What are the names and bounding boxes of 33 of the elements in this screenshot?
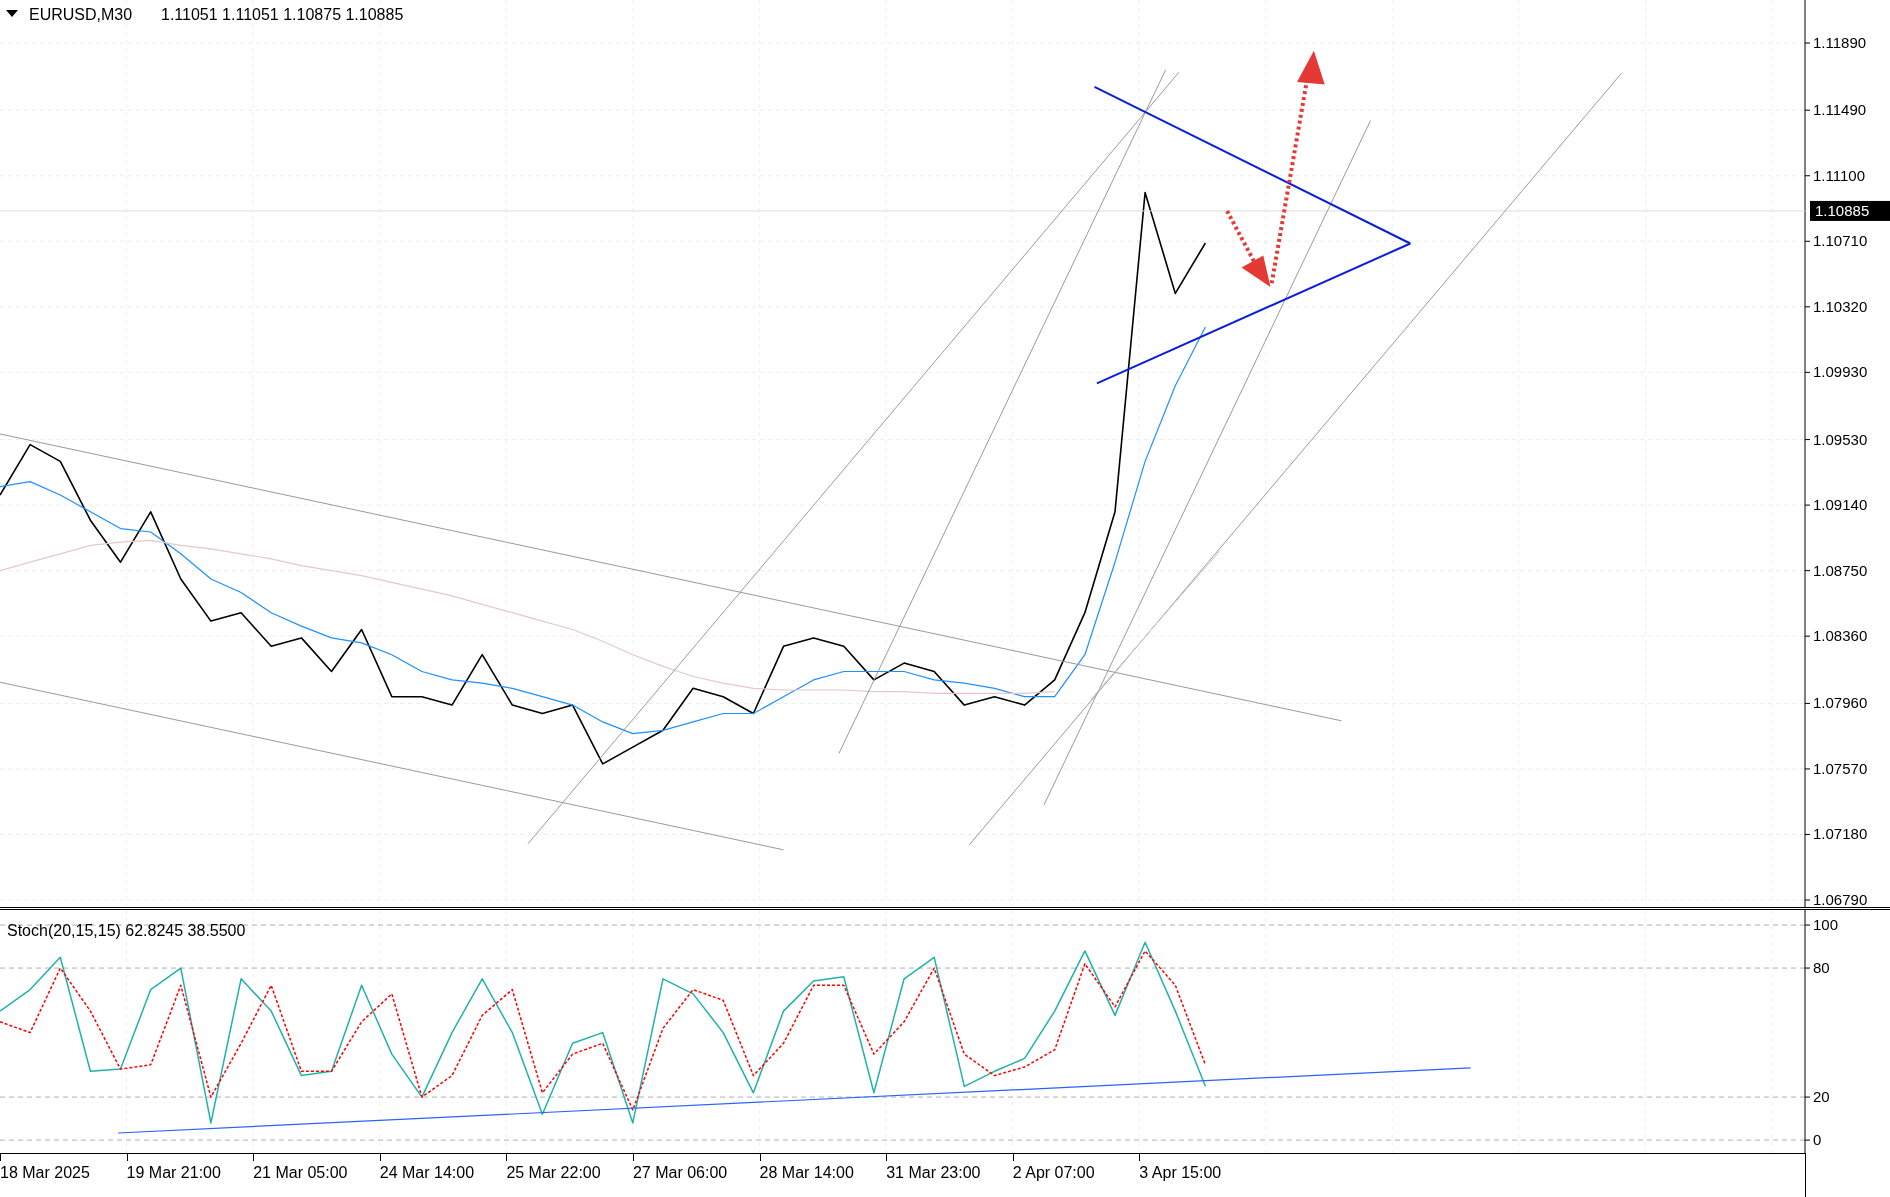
y-axis-label: 1.06790 xyxy=(1813,891,1868,907)
indicator-label: Stoch(20,15,15) 62.8245 38.5500 xyxy=(7,921,246,939)
y-axis-label: 1.08360 xyxy=(1813,627,1868,645)
time-axis-label: 18 Mar 2025 xyxy=(0,1162,90,1183)
y-axis-label: 100 xyxy=(1813,916,1839,933)
y-axis-label: 1.09930 xyxy=(1813,363,1868,381)
y-axis-label: 1.11890 xyxy=(1813,34,1867,51)
time-axis-label: 24 Mar 14:00 xyxy=(379,1162,475,1183)
y-axis-label: 1.07180 xyxy=(1813,825,1868,843)
time-axis-label: 3 Apr 15:00 xyxy=(1139,1162,1222,1183)
time-axis-label: 2 Apr 07:00 xyxy=(1012,1162,1095,1183)
time-axis-label: 31 Mar 23:00 xyxy=(886,1162,981,1183)
y-axis-label: 20 xyxy=(1813,1088,1830,1106)
y-axis-label: 1.09140 xyxy=(1813,496,1868,514)
ohlc-values: 1.11051 1.11051 1.10875 1.10885 xyxy=(161,6,404,23)
y-axis-label: 1.11100 xyxy=(1813,166,1865,184)
y-axis-label: 1.10710 xyxy=(1813,232,1868,250)
y-axis-label: 80 xyxy=(1813,959,1830,976)
time-axis-label: 25 Mar 22:00 xyxy=(506,1162,601,1183)
chart-symbol: EURUSD,M30 xyxy=(29,6,133,23)
time-axis-label: 19 Mar 21:00 xyxy=(126,1162,221,1183)
time-axis-label: 21 Mar 05:00 xyxy=(253,1162,348,1183)
y-axis-label: 1.11490 xyxy=(1813,101,1867,119)
time-axis-label: 27 Mar 06:00 xyxy=(632,1162,728,1183)
y-axis-label: 1.07570 xyxy=(1813,759,1868,777)
y-axis-label: 0 xyxy=(1813,1131,1822,1149)
last-price-tag: 1.10885 xyxy=(1810,200,1890,221)
time-axis-label: 28 Mar 14:00 xyxy=(759,1162,854,1183)
y-axis-label: 1.07960 xyxy=(1813,694,1868,712)
y-axis-label: 1.09530 xyxy=(1813,430,1868,448)
y-axis-label: 1.08750 xyxy=(1813,561,1868,579)
dropdown-icon[interactable] xyxy=(6,10,18,17)
y-axis-label: 1.10320 xyxy=(1813,297,1868,315)
